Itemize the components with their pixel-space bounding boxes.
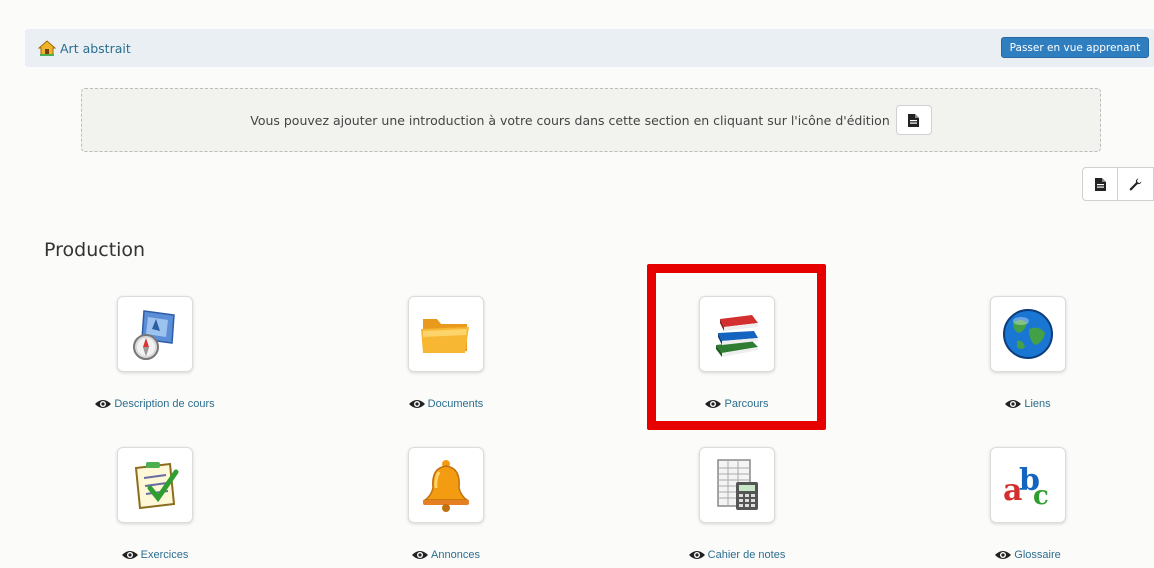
document-edit-icon [908,113,920,127]
tool-liens-icon-button[interactable] [990,296,1066,372]
bell-icon [422,460,470,512]
tool-annonces: Annonces [346,447,546,568]
globe-icon [1003,309,1053,359]
eye-icon[interactable] [121,550,138,560]
compass-map-icon [133,310,175,360]
eye-icon[interactable] [1005,399,1022,409]
tool-annonces-link[interactable]: Annonces [431,549,480,561]
eye-icon[interactable] [412,550,429,560]
home-icon [38,40,56,56]
course-header-bar: Art abstrait Passer en vue apprenant [25,29,1154,67]
abc-letters-icon: a b c [1003,463,1049,511]
eye-icon[interactable] [408,399,425,409]
folder-icon [421,319,469,353]
svg-text:c: c [1033,481,1049,511]
tool-cahier-de-notes-icon-button[interactable] [699,447,775,523]
tool-label-row: Parcours [637,398,837,410]
tool-glossaire-link[interactable]: Glossaire [1014,549,1060,561]
tool-parcours-icon-button[interactable] [699,296,775,372]
checklist-icon [134,462,179,510]
tool-exercices-link[interactable]: Exercices [141,549,189,561]
tool-documents: Documents [346,296,546,426]
books-icon [716,315,758,357]
tool-parcours-link[interactable]: Parcours [724,398,768,410]
tool-cahier-de-notes: Cahier de notes [637,447,837,568]
tool-description: Description de cours [55,296,255,426]
tool-description-link[interactable]: Description de cours [114,398,214,410]
eye-icon[interactable] [995,550,1012,560]
tool-label-row: Liens [928,398,1128,410]
eye-icon[interactable] [95,399,112,409]
tool-liens-link[interactable]: Liens [1024,398,1050,410]
tool-label-row: Cahier de notes [637,549,837,561]
breadcrumb[interactable]: Art abstrait [38,40,131,56]
wrench-icon [1129,178,1142,190]
tool-label-row: Glossaire [928,549,1128,561]
tool-documents-link[interactable]: Documents [428,398,484,410]
tool-glossaire: a b c Glossaire [928,447,1128,568]
tool-label-row: Documents [346,398,546,410]
tool-annonces-icon-button[interactable] [408,447,484,523]
tool-label-row: Exercices [55,549,255,561]
tool-glossaire-icon-button[interactable]: a b c [990,447,1066,523]
gradebook-calculator-icon [717,459,758,510]
settings-button[interactable] [1118,167,1154,201]
tool-label-row: Description de cours [55,398,255,410]
tool-exercices-icon-button[interactable] [117,447,193,523]
document-icon [1094,177,1106,191]
tool-label-row: Annonces [346,549,546,561]
edit-intro-button[interactable] [895,105,932,135]
intro-message: Vous pouvez ajouter une introduction à v… [250,112,890,128]
eye-icon[interactable] [688,550,705,560]
student-view-button[interactable]: Passer en vue apprenant [1001,37,1149,58]
tool-parcours: Parcours [637,296,837,426]
tool-description-icon-button[interactable] [117,296,193,372]
tool-cahier-de-notes-link[interactable]: Cahier de notes [708,549,786,561]
tool-exercices: Exercices [55,447,255,568]
eye-icon[interactable] [705,399,722,409]
course-tools-toolbar [1082,167,1154,201]
tool-liens: Liens [928,296,1128,426]
tool-documents-icon-button[interactable] [408,296,484,372]
course-intro-box: Vous pouvez ajouter une introduction à v… [81,88,1101,152]
section-title: Production [44,239,146,261]
course-title-link[interactable]: Art abstrait [60,41,131,56]
edit-document-button[interactable] [1082,167,1118,201]
